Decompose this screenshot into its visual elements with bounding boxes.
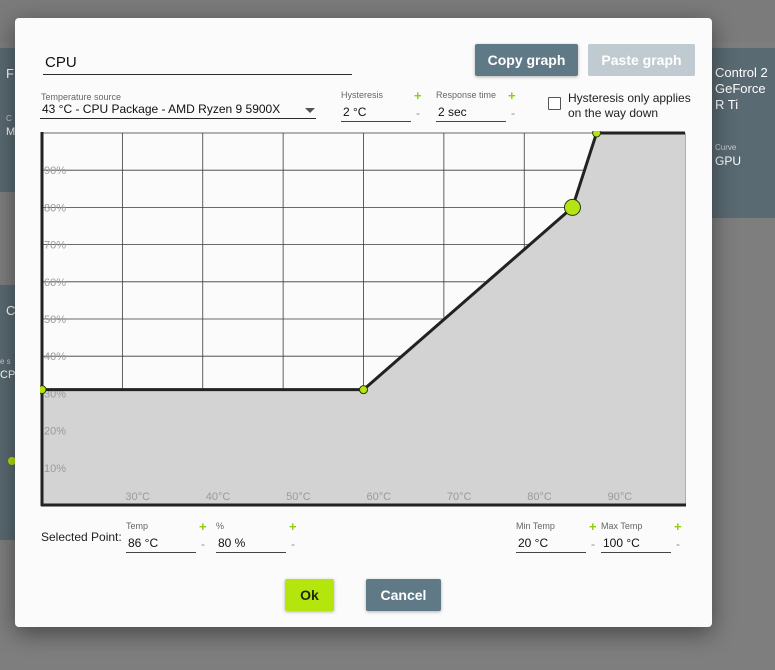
y-tick-label: 20% [44,426,66,438]
ok-button[interactable]: Ok [285,579,334,611]
hysteresis-decrease-button[interactable]: - [416,107,420,119]
y-tick-label: 70% [44,240,66,252]
hysteresis-increase-button[interactable]: + [414,89,422,102]
selected-point-label: Selected Point: [41,530,122,544]
response-time-decrease-button[interactable]: - [511,107,515,119]
x-tick-label: 90°C [608,491,633,503]
chevron-down-icon [305,108,315,113]
background-left-card-value: M [6,126,16,138]
y-tick-label: 10% [44,463,66,475]
cancel-button[interactable]: Cancel [366,579,441,611]
x-tick-label: 70°C [447,491,472,503]
temp-value: 86 °C [128,536,159,550]
max-temp-label: Max Temp [601,521,643,531]
hysteresis-label: Hysteresis [341,90,384,100]
curve-point[interactable] [592,131,602,138]
temperature-source-value: 43 °C - CPU Package - AMD Ryzen 9 5900X [42,102,281,116]
percent-value: 80 % [218,536,246,550]
response-time-input[interactable]: 2 sec [436,104,506,122]
paste-graph-button[interactable]: Paste graph [588,44,695,76]
hysteresis-input[interactable]: 2 °C [341,104,411,122]
x-tick-label: 40°C [206,491,231,503]
y-tick-label: 40% [44,351,66,363]
x-tick-label: 80°C [527,491,552,503]
hysteresis-value: 2 °C [343,105,367,119]
percent-input[interactable]: 80 % [216,535,286,553]
min-temp-value: 20 °C [518,536,549,550]
percent-label: % [216,521,225,531]
background-left-card-label-2: e s [0,357,11,366]
background-left-card-title: F [6,66,14,81]
temp-input[interactable]: 86 °C [126,535,196,553]
y-tick-label: 80% [44,202,66,214]
min-temp-input[interactable]: 20 °C [516,535,586,553]
background-left-card-title-2: C [6,303,16,318]
min-temp-increase-button[interactable]: + [589,520,597,533]
response-time-value: 2 sec [438,105,467,119]
curve-point[interactable] [359,385,368,395]
hysteresis-only-down-label: Hysteresis only applies on the way down [568,91,691,120]
background-right-card-title: Control 2 GeForce R Ti [715,65,768,112]
background-right-card[interactable]: Control 2 GeForce R Ti Curve GPU [712,48,775,218]
x-tick-label: 30°C [125,491,150,503]
percent-increase-button[interactable]: + [289,520,297,533]
selected-curve-point[interactable] [563,198,581,216]
max-temp-increase-button[interactable]: + [674,520,682,533]
background-right-card-curve-label: Curve [715,143,737,152]
max-temp-value: 100 °C [603,536,640,550]
x-tick-label: 50°C [286,491,311,503]
max-temp-decrease-button[interactable]: - [676,538,680,550]
response-time-increase-button[interactable]: + [508,89,516,102]
max-temp-input[interactable]: 100 °C [601,535,671,553]
fan-curve-graph[interactable]: 30°C 40°C 50°C 60°C 70°C 80°C 90°C10%20%30%40%… [40,131,687,509]
y-tick-label: 60% [44,277,66,289]
temp-increase-button[interactable]: + [199,520,207,533]
background-left-card-label: C [6,114,12,123]
hysteresis-only-down-checkbox[interactable] [548,97,561,110]
graph-name-input[interactable] [43,50,352,75]
response-time-label: Response time [436,90,497,100]
copy-graph-button[interactable]: Copy graph [475,44,578,76]
temp-label: Temp [126,521,149,531]
y-tick-label: 90% [44,165,66,177]
y-tick-label: 50% [44,314,66,326]
percent-decrease-button[interactable]: - [291,538,295,550]
background-right-card-curve-value: GPU [715,154,742,168]
min-temp-decrease-button[interactable]: - [591,538,595,550]
edit-graph-dialog: Copy graph Paste graph Temperature sourc… [15,18,712,627]
temperature-source-select[interactable]: 43 °C - CPU Package - AMD Ryzen 9 5900X [40,101,316,119]
min-temp-label: Min Temp [516,521,555,531]
x-tick-label: 60°C [367,491,392,503]
curve-point[interactable] [40,385,47,395]
temp-decrease-button[interactable]: - [201,538,205,550]
